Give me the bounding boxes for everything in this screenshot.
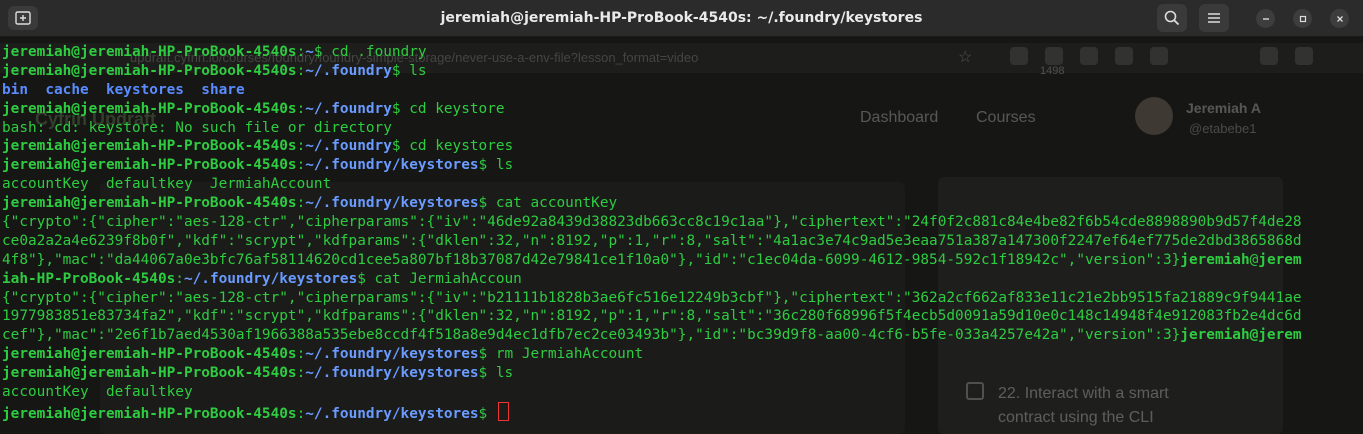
terminal-segment xyxy=(28,82,45,98)
terminal-segment: ~ xyxy=(305,44,314,60)
terminal-segment: cache xyxy=(45,81,89,98)
terminal-segment xyxy=(89,82,106,98)
terminal-line: jeremiah@jeremiah-HP-ProBook-4540s:~$ cd… xyxy=(2,43,1302,62)
terminal-segment: : xyxy=(296,138,306,155)
terminal-segment: : xyxy=(296,405,306,422)
terminal-segment: : xyxy=(296,100,306,117)
terminal-segment: ~/.foundry xyxy=(305,100,392,117)
terminal-line: jeremiah@jeremiah-HP-ProBook-4540s:~/.fo… xyxy=(2,401,1302,422)
terminal-segment: : xyxy=(296,44,306,60)
terminal-segment: : xyxy=(296,365,306,382)
terminal-segment: ce0a2a2a4e6239f8b0f","kdf":"scrypt","kdf… xyxy=(2,232,1302,249)
terminal-segment: : xyxy=(296,62,306,79)
terminal-segment: jeremiah@jerem xyxy=(1180,327,1302,344)
terminal-line: {"crypto":{"cipher":"aes-128-ctr","ciphe… xyxy=(2,289,1302,308)
terminal-line: bash: cd: keystore: No such file or dire… xyxy=(2,119,1302,138)
terminal-line: ce0a2a2a4e6239f8b0f","kdf":"scrypt","kdf… xyxy=(2,232,1302,251)
terminal-line: cef"},"mac":"2e6f1b7aed4530af1966388a535… xyxy=(2,326,1302,345)
terminal-line: jeremiah@jeremiah-HP-ProBook-4540s:~/.fo… xyxy=(2,364,1302,383)
terminal-segment: $ cat accountKey xyxy=(478,195,618,212)
terminal-segment: ~/.foundry xyxy=(305,62,392,79)
terminal-segment: : xyxy=(296,157,306,174)
terminal-segment: ~/.foundry/keystores xyxy=(305,365,479,382)
terminal-segment: 1977983851e83734fa2","kdf":"scrypt","kdf… xyxy=(2,308,1302,325)
terminal-line: jeremiah@jeremiah-HP-ProBook-4540s:~/.fo… xyxy=(2,194,1302,213)
terminal-segment: share xyxy=(201,81,245,98)
terminal-segment: $ ls xyxy=(478,365,514,382)
maximize-button[interactable] xyxy=(1293,9,1312,28)
terminal-segment: jeremiah xyxy=(1180,251,1250,268)
close-button[interactable] xyxy=(1330,9,1349,28)
terminal-segment: ~/.foundry/keystores xyxy=(305,195,479,212)
terminal-line: accountKey defaultkey JermiahAccount xyxy=(2,175,1302,194)
menu-button[interactable] xyxy=(1199,4,1229,32)
terminal-segment: $ cat JermiahAccoun xyxy=(357,270,522,287)
terminal-segment: ~/.foundry/keystores xyxy=(183,270,358,287)
terminal-segment: $ xyxy=(478,405,496,422)
terminal-segment: accountKey defaultkey JermiahAccount xyxy=(2,176,332,193)
terminal-segment: : xyxy=(175,270,184,287)
terminal-line: iah-HP-ProBook-4540s:~/.foundry/keystore… xyxy=(2,270,1302,289)
terminal-segment: accountKey defaultkey xyxy=(2,384,193,401)
terminal-output: jeremiah@jeremiah-HP-ProBook-4540s:~$ cd… xyxy=(2,43,1302,422)
terminal-segment: $ cd .foundry xyxy=(313,44,427,60)
terminal-segment: jeremiah@jeremiah-HP-ProBook-4540s xyxy=(2,346,297,363)
terminal-segment: keystores xyxy=(105,81,184,98)
terminal-segment: $ ls xyxy=(478,157,514,174)
terminal-segment: jeremiah@jeremiah-HP-ProBook-4540s xyxy=(2,100,297,117)
terminal-segment: {"crypto":{"cipher":"aes-128-ctr","ciphe… xyxy=(2,289,1302,306)
terminal-segment: bin xyxy=(2,81,28,98)
terminal-segment: 4f8"},"mac":"da44067a0e3bfc76af58114620c… xyxy=(2,251,1181,268)
terminal-line: jeremiah@jeremiah-HP-ProBook-4540s:~/.fo… xyxy=(2,345,1302,364)
terminal-line: jeremiah@jeremiah-HP-ProBook-4540s:~/.fo… xyxy=(2,100,1302,119)
terminal-segment: {"crypto":{"cipher":"aes-128-ctr","ciphe… xyxy=(2,214,1302,231)
terminal-segment xyxy=(184,82,201,98)
terminal-line: {"crypto":{"cipher":"aes-128-ctr","ciphe… xyxy=(2,213,1302,232)
terminal-segment: jeremiah@jeremiah-HP-ProBook-4540s xyxy=(2,365,297,382)
terminal-segment: jeremiah@jeremiah-HP-ProBook-4540s xyxy=(2,44,297,60)
minimize-icon xyxy=(1262,17,1269,20)
terminal-segment: ~/.foundry/keystores xyxy=(305,346,479,363)
terminal-line: jeremiah@jeremiah-HP-ProBook-4540s:~/.fo… xyxy=(2,62,1302,81)
terminal-segment: : xyxy=(296,195,306,212)
terminal-segment: iah-HP-ProBook-4540s xyxy=(2,270,176,287)
terminal-segment: jeremiah@jeremiah-HP-ProBook-4540s xyxy=(2,405,297,422)
terminal-segment: : xyxy=(296,346,306,363)
terminal-segment: ~/.foundry/keystores xyxy=(305,405,479,422)
terminal-segment: jeremiah@jeremiah-HP-ProBook-4540s xyxy=(2,138,297,155)
terminal-segment: jerem xyxy=(1258,251,1302,268)
terminal-cursor xyxy=(497,401,509,421)
terminal-segment: bash: cd: keystore: No such file or dire… xyxy=(2,119,392,136)
terminal-line: 1977983851e83734fa2","kdf":"scrypt","kdf… xyxy=(2,307,1302,326)
terminal-segment: jeremiah@jeremiah-HP-ProBook-4540s xyxy=(2,157,297,174)
terminal-line: 4f8"},"mac":"da44067a0e3bfc76af58114620c… xyxy=(2,251,1302,270)
minimize-button[interactable] xyxy=(1256,9,1275,28)
terminal-line: bin cache keystores share xyxy=(2,81,1302,100)
terminal-segment: $ cd keystore xyxy=(391,100,505,117)
terminal-line: jeremiah@jeremiah-HP-ProBook-4540s:~/.fo… xyxy=(2,156,1302,175)
terminal-segment: $ cd keystores xyxy=(391,138,514,155)
maximize-icon xyxy=(1299,15,1306,22)
terminal-line: accountKey defaultkey xyxy=(2,383,1302,402)
terminal-segment: $ ls xyxy=(391,62,427,79)
terminal-segment: jeremiah@jeremiah-HP-ProBook-4540s xyxy=(2,62,297,79)
terminal-segment: ~/.foundry/keystores xyxy=(305,157,479,174)
hamburger-menu-icon xyxy=(1208,13,1220,23)
search-button[interactable] xyxy=(1157,4,1187,32)
terminal-segment: @ xyxy=(1249,251,1259,268)
terminal-segment: $ rm JermiahAccount xyxy=(478,346,644,363)
terminal-segment: cef"},"mac":"2e6f1b7aed4530af1966388a535… xyxy=(2,327,1181,344)
terminal-segment: ~/.foundry xyxy=(305,138,392,155)
terminal-view[interactable]: updraft.cyfrin.io/courses/foundry/foundr… xyxy=(0,37,1363,434)
title-bar: jeremiah@jeremiah-HP-ProBook-4540s: ~/.f… xyxy=(0,0,1363,37)
terminal-line: jeremiah@jeremiah-HP-ProBook-4540s:~/.fo… xyxy=(2,137,1302,156)
terminal-segment: jeremiah@jeremiah-HP-ProBook-4540s xyxy=(2,195,297,212)
close-icon xyxy=(1336,15,1343,22)
search-icon xyxy=(1164,10,1180,26)
